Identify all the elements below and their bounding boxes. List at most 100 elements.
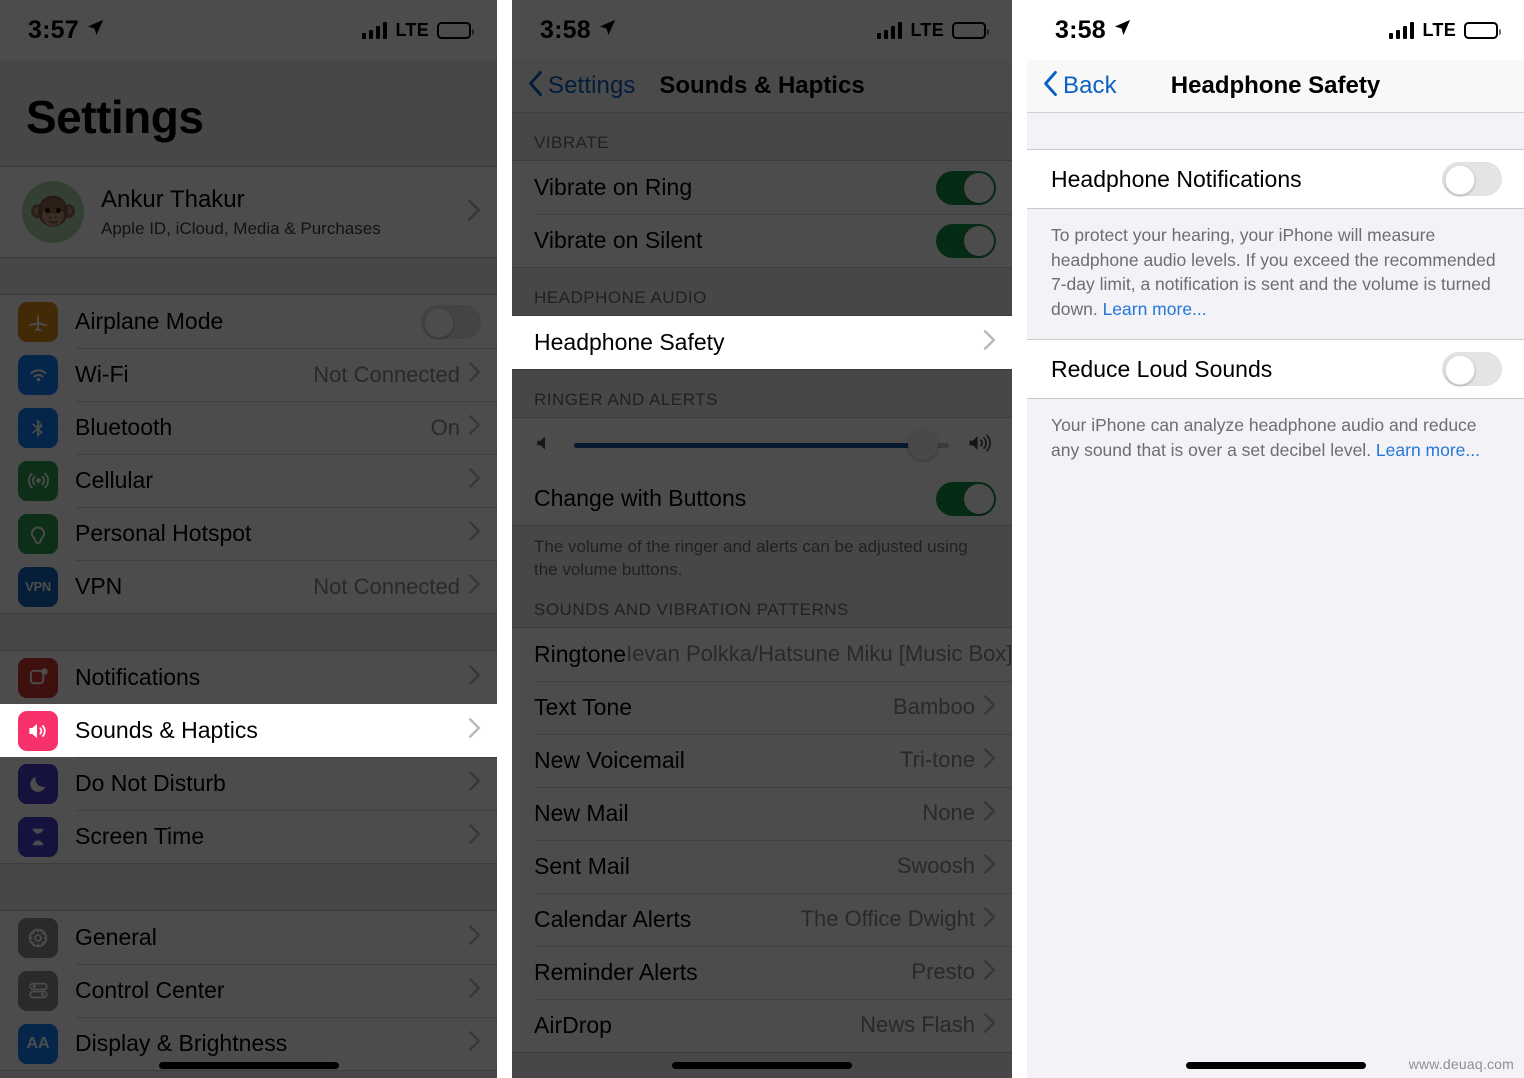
- settings-row-bluetooth[interactable]: Bluetooth On: [0, 401, 497, 454]
- chevron-right-icon: [468, 467, 481, 494]
- settings-row-value: Not Connected: [313, 573, 460, 599]
- settings-row-personal-hotspot[interactable]: Personal Hotspot: [0, 507, 497, 560]
- settings-row-label: Bluetooth: [75, 414, 173, 440]
- row-calendar-alerts[interactable]: Calendar Alerts The Office Dwight: [512, 892, 1012, 946]
- chevron-right-icon: [468, 770, 481, 797]
- reduce-loud-sounds-toggle[interactable]: [1442, 352, 1502, 386]
- reduce-loud-sounds-footer: Your iPhone can analyze headphone audio …: [1027, 399, 1524, 480]
- airplane-mode-toggle[interactable]: [421, 304, 481, 339]
- battery-icon: [1464, 21, 1501, 39]
- profile-subtitle: Apple ID, iCloud, Media & Purchases: [101, 218, 381, 238]
- settings-row-wifi[interactable]: Wi-Fi Not Connected: [0, 348, 497, 401]
- section-gap: [0, 864, 497, 910]
- section-gap: [0, 258, 497, 294]
- watermark: www.deuaq.com: [1408, 1056, 1514, 1072]
- row-sent-mail[interactable]: Sent Mail Swoosh: [512, 839, 1012, 893]
- profile-name: Ankur Thakur: [101, 185, 245, 213]
- ringer-volume-row[interactable]: [512, 418, 1012, 472]
- back-button[interactable]: Back: [1027, 70, 1117, 102]
- settings-row-label: Display & Brightness: [75, 1030, 288, 1056]
- chevron-right-icon: [983, 694, 996, 721]
- wifi-icon: [18, 354, 58, 395]
- speaker-low-icon: [534, 432, 556, 459]
- settings-row-label: Do Not Disturb: [75, 770, 226, 796]
- avatar: [22, 181, 84, 243]
- row-value: Bamboo: [893, 694, 975, 720]
- speaker-high-icon: [967, 431, 994, 460]
- row-new-voicemail[interactable]: New Voicemail Tri-tone: [512, 733, 1012, 787]
- apple-id-row[interactable]: Ankur Thakur Apple ID, iCloud, Media & P…: [0, 167, 497, 257]
- hourglass-icon: [18, 816, 58, 857]
- status-time: 3:58: [1055, 15, 1106, 44]
- nav-bar: Back Headphone Safety: [1027, 60, 1524, 113]
- learn-more-link[interactable]: Learn more...: [1376, 440, 1480, 460]
- row-label: Vibrate on Ring: [534, 174, 693, 200]
- settings-row-screen-time[interactable]: Screen Time: [0, 810, 497, 863]
- settings-row-label: Airplane Mode: [75, 308, 224, 334]
- panel-settings: 3:57 LTE Settings Ankur Thakur Apple ID,…: [0, 0, 497, 1078]
- connectivity-group: Airplane Mode Wi-Fi Not Connected Blueto…: [0, 294, 497, 614]
- headphone-safety-scroll[interactable]: Headphone Notifications To protect your …: [1027, 113, 1524, 1078]
- display-brightness-icon: AA: [18, 1023, 58, 1064]
- row-value: The Office Dwight: [800, 906, 975, 932]
- settings-row-sounds-haptics[interactable]: Sounds & Haptics: [0, 704, 497, 757]
- settings-row-notifications[interactable]: Notifications: [0, 651, 497, 704]
- vibrate-on-silent-toggle[interactable]: [936, 223, 996, 258]
- location-arrow-icon: [1113, 18, 1132, 42]
- screenshot-stage: 3:57 LTE Settings Ankur Thakur Apple ID,…: [0, 0, 1524, 1078]
- row-reduce-loud-sounds[interactable]: Reduce Loud Sounds: [1027, 340, 1524, 398]
- change-with-buttons-toggle[interactable]: [936, 481, 996, 516]
- sounds-scroll[interactable]: VIBRATE Vibrate on Ring Vibrate on Silen…: [512, 113, 1012, 1078]
- row-label: New Mail: [534, 799, 629, 826]
- row-airdrop[interactable]: AirDrop News Flash: [512, 998, 1012, 1052]
- profile-group: Ankur Thakur Apple ID, iCloud, Media & P…: [0, 166, 497, 258]
- row-new-mail[interactable]: New Mail None: [512, 786, 1012, 840]
- home-indicator: [158, 1062, 339, 1069]
- chevron-right-icon: [468, 361, 481, 388]
- learn-more-link[interactable]: Learn more...: [1103, 299, 1207, 319]
- row-ringtone[interactable]: Ringtone Ievan Polkka/Hatsune Miku [Musi…: [512, 627, 1012, 681]
- panel-sounds-haptics: 3:58 LTE Settings Sounds & Haptics VIBRA…: [512, 0, 1012, 1078]
- battery-icon: [437, 21, 474, 39]
- settings-row-cellular[interactable]: Cellular: [0, 454, 497, 507]
- settings-row-control-center[interactable]: Control Center: [0, 964, 497, 1017]
- settings-row-general[interactable]: General: [0, 911, 497, 964]
- back-button-label: Back: [1063, 72, 1117, 99]
- row-label: Reduce Loud Sounds: [1051, 355, 1273, 382]
- cellular-icon: [18, 460, 58, 501]
- settings-row-vpn[interactable]: VPN VPN Not Connected: [0, 560, 497, 613]
- chevron-right-icon: [983, 329, 996, 356]
- row-text-tone[interactable]: Text Tone Bamboo: [512, 680, 1012, 734]
- status-bar: 3:58 LTE: [1027, 0, 1524, 60]
- row-vibrate-on-ring[interactable]: Vibrate on Ring: [512, 161, 1012, 214]
- chevron-right-icon: [468, 823, 481, 850]
- status-bar: 3:57 LTE: [0, 0, 497, 60]
- signal-bars-icon: [1388, 21, 1415, 39]
- row-change-with-buttons[interactable]: Change with Buttons: [512, 472, 1012, 525]
- back-button[interactable]: Settings: [512, 70, 636, 102]
- settings-row-airplane-mode[interactable]: Airplane Mode: [0, 295, 497, 348]
- row-label: Ringtone: [534, 640, 627, 667]
- row-headphone-notifications[interactable]: Headphone Notifications: [1027, 150, 1524, 208]
- location-arrow-icon: [598, 18, 617, 42]
- settings-row-label: Sounds & Haptics: [75, 717, 258, 743]
- row-value: Swoosh: [896, 853, 975, 879]
- vibrate-group: Vibrate on Ring Vibrate on Silent: [512, 160, 1012, 268]
- settings-scroll[interactable]: Settings Ankur Thakur Apple ID, iCloud, …: [0, 60, 497, 1078]
- vibrate-on-ring-toggle[interactable]: [936, 170, 996, 205]
- settings-row-label: Control Center: [75, 977, 225, 1003]
- chevron-right-icon: [468, 977, 481, 1004]
- row-reminder-alerts[interactable]: Reminder Alerts Presto: [512, 945, 1012, 999]
- row-headphone-safety[interactable]: Headphone Safety: [512, 316, 1012, 369]
- signal-bars-icon: [876, 21, 903, 39]
- row-vibrate-on-silent[interactable]: Vibrate on Silent: [512, 214, 1012, 267]
- settings-row-do-not-disturb[interactable]: Do Not Disturb: [0, 757, 497, 810]
- row-label: Calendar Alerts: [534, 905, 692, 932]
- ringer-volume-slider[interactable]: [574, 430, 949, 460]
- section-header-headphone-audio: HEADPHONE AUDIO: [512, 268, 1012, 315]
- headphone-notifications-toggle[interactable]: [1442, 162, 1502, 196]
- carrier-label: LTE: [1422, 19, 1456, 40]
- carrier-label: LTE: [395, 19, 429, 40]
- page-title: Settings: [26, 91, 204, 143]
- ringer-footer-text: The volume of the ringer and alerts can …: [512, 526, 1012, 586]
